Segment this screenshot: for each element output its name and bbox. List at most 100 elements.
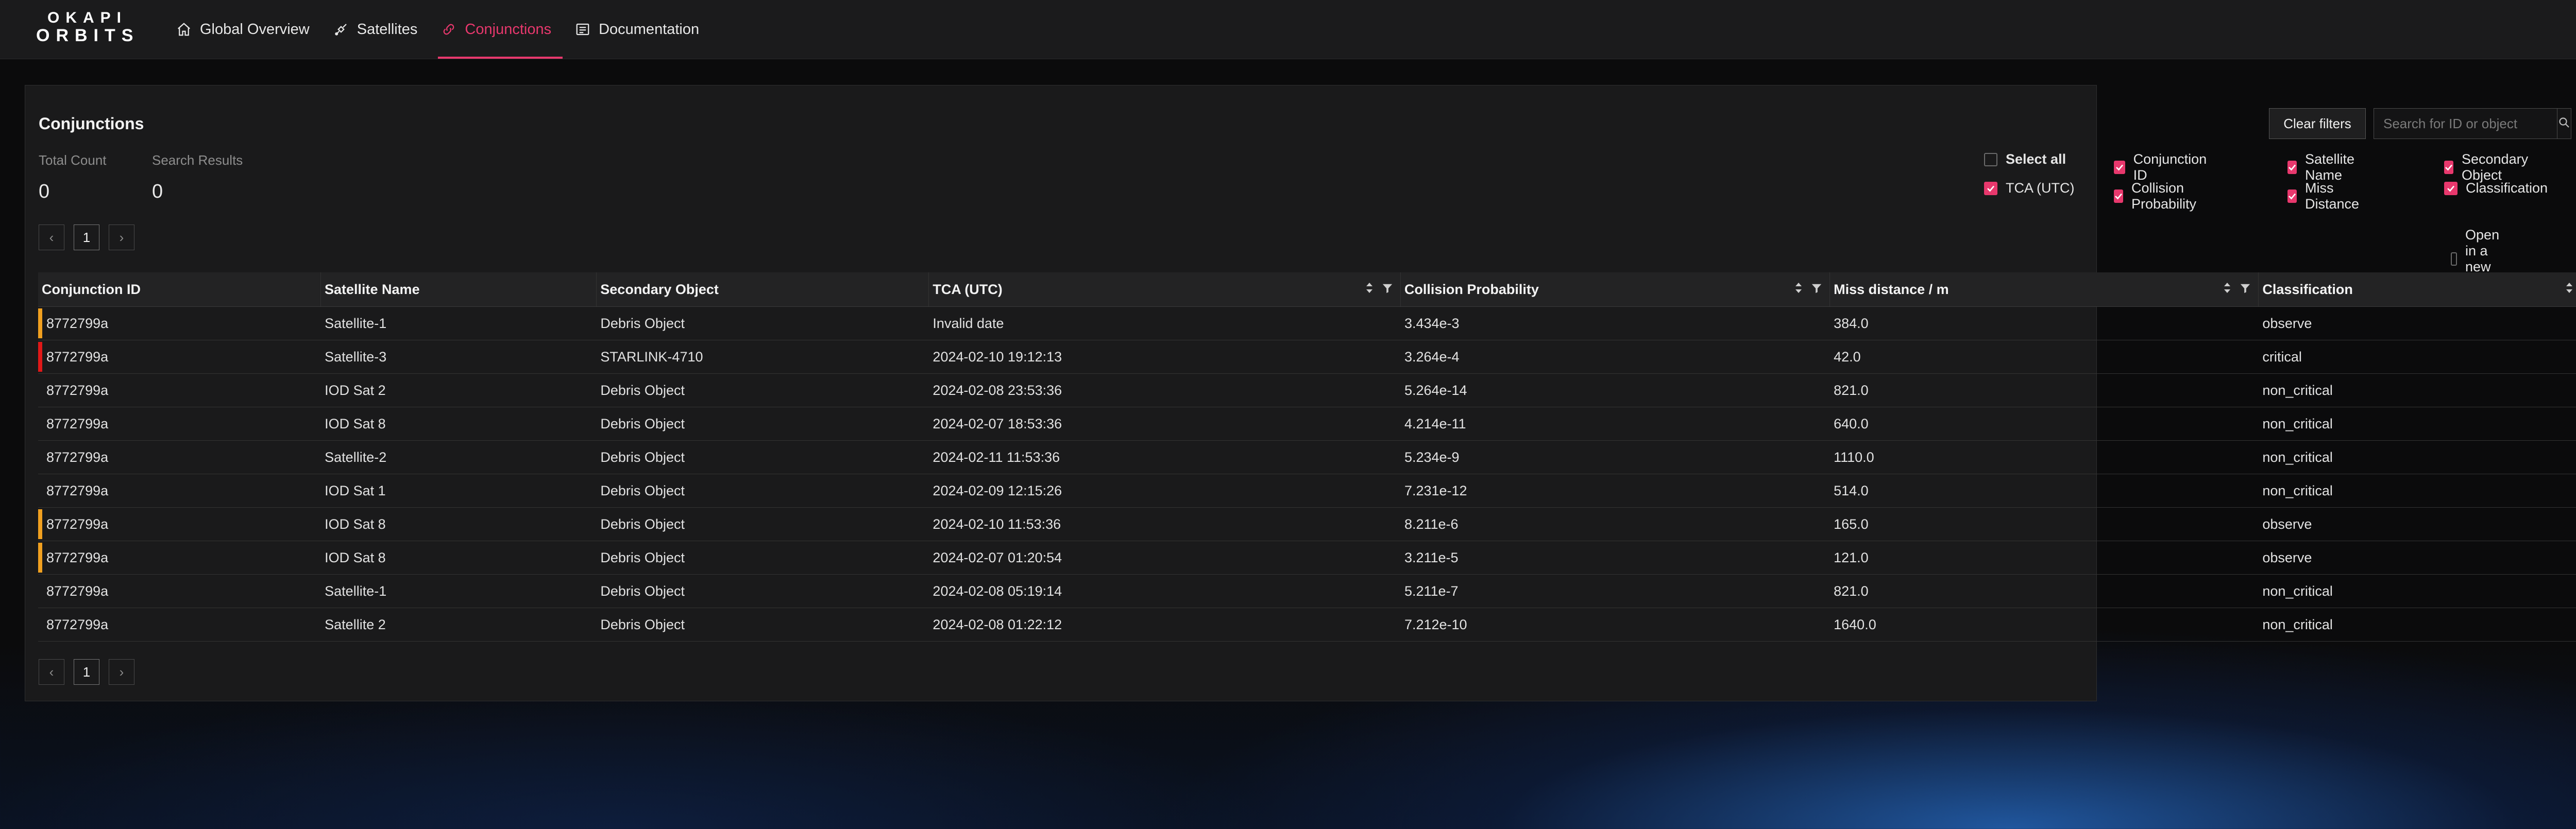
filter-icon[interactable]: [2240, 282, 2251, 298]
table-row[interactable]: 8772799a IOD Sat 8 Debris Object 2024-02-07…: [38, 541, 2576, 575]
toggle-tca-utc[interactable]: TCA (UTC): [1984, 180, 2074, 196]
checkmark-icon: [2287, 161, 2297, 174]
column-header-conjunction-id[interactable]: Conjunction ID: [38, 272, 321, 306]
header-label: Secondary Object: [600, 281, 719, 297]
filter-icon[interactable]: [1382, 282, 1393, 298]
cell-tca: 2024-02-08 05:19:14: [933, 583, 1062, 599]
conjunctions-panel: Conjunctions Total Count 0 Search Result…: [25, 85, 2576, 701]
total-count-label: Total Count: [39, 152, 107, 168]
checkbox-label: Miss Distance: [2305, 180, 2360, 212]
cell-conjunction-id[interactable]: 8772799a: [38, 608, 321, 641]
column-header-collision-probability[interactable]: Collision Probability: [1401, 272, 1831, 306]
table-row[interactable]: 8772799a IOD Sat 8 Debris Object 2024-02-10…: [38, 508, 2576, 541]
cell-conjunction-id[interactable]: 8772799a: [38, 307, 321, 340]
cell-classification: non_critical: [2262, 416, 2333, 431]
classification-indicator: [38, 543, 42, 573]
book-icon: [574, 21, 591, 38]
cell-secondary-object: Debris Object: [600, 482, 685, 498]
cell-satellite-name: Satellite 2: [325, 616, 386, 632]
cell-conjunction-id[interactable]: 8772799a: [38, 441, 321, 474]
filter-icon[interactable]: [1811, 282, 1822, 298]
toggle-miss-distance[interactable]: Miss Distance: [2287, 180, 2363, 212]
column-header-classification[interactable]: Classification: [2259, 272, 2576, 306]
search-input[interactable]: [2374, 109, 2557, 139]
cell-satellite-name: Satellite-1: [325, 315, 387, 331]
cell-conjunction-id[interactable]: 8772799a: [38, 374, 321, 407]
logo-line-1: OKAPI: [47, 9, 128, 26]
toggle-classification[interactable]: Classification: [2444, 180, 2548, 196]
toggle-conjunction-id[interactable]: Conjunction ID: [2114, 151, 2209, 183]
nav-documentation[interactable]: Documentation: [572, 0, 710, 59]
table-row[interactable]: 8772799a Satellite-1 Debris Object 2024-02-…: [38, 575, 2576, 608]
nav-conjunctions[interactable]: Conjunctions: [438, 0, 563, 59]
cell-miss-distance: 42.0: [1834, 349, 1861, 365]
cell-conjunction-id[interactable]: 8772799a: [38, 575, 321, 608]
sort-icon[interactable]: [1365, 282, 1374, 298]
cell-conjunction-id[interactable]: 8772799a: [38, 407, 321, 440]
column-header-miss-distance[interactable]: Miss distance / m: [1830, 272, 2259, 306]
header-label: Satellite Name: [325, 281, 420, 297]
checkmark-icon: [2444, 181, 2458, 195]
table-row[interactable]: 8772799a Satellite 2 Debris Object 2024-02-…: [38, 608, 2576, 642]
cell-secondary-object: Debris Object: [600, 583, 685, 599]
search-button[interactable]: [2557, 109, 2571, 139]
logo-line-2: ORBITS: [36, 26, 140, 45]
toggle-satellite-name[interactable]: Satellite Name: [2287, 151, 2359, 183]
cell-collision-probability: 7.231e-12: [1404, 482, 1467, 498]
classification-indicator: [38, 308, 42, 338]
clear-filters-button[interactable]: Clear filters: [2269, 108, 2366, 139]
table-row[interactable]: 8772799a IOD Sat 1 Debris Object 2024-02-09…: [38, 474, 2576, 508]
table-row[interactable]: 8772799a Satellite-2 Debris Object 2024-02-…: [38, 441, 2576, 474]
cell-miss-distance: 1110.0: [1834, 449, 1874, 465]
okapi-orbits-logo[interactable]: OKAPI ORBITS: [36, 9, 140, 48]
cell-secondary-object: Debris Object: [600, 416, 685, 431]
cell-classification: observe: [2262, 315, 2312, 331]
table-row[interactable]: 8772799a IOD Sat 2 Debris Object 2024-02-08…: [38, 374, 2576, 407]
checkbox-label: Select all: [2006, 151, 2066, 167]
toggle-secondary-object[interactable]: Secondary Object: [2444, 151, 2532, 183]
select-all-checkbox[interactable]: Select all: [1984, 151, 2066, 167]
cell-tca: 2024-02-11 11:53:36: [933, 449, 1060, 465]
prev-page-button[interactable]: ‹: [39, 224, 64, 250]
cell-satellite-name: IOD Sat 8: [325, 516, 386, 532]
cell-miss-distance: 821.0: [1834, 382, 1869, 398]
toggle-collision-probability[interactable]: Collision Probability: [2114, 180, 2200, 212]
table-row[interactable]: 8772799a Satellite-1 Debris Object Invalid …: [38, 307, 2576, 340]
cell-satellite-name: Satellite-1: [325, 583, 387, 599]
cell-conjunction-id[interactable]: 8772799a: [38, 541, 321, 574]
sort-icon[interactable]: [2565, 282, 2573, 298]
checkmark-icon: [1984, 181, 1997, 195]
sort-icon[interactable]: [1794, 282, 1803, 298]
next-page-button[interactable]: ›: [109, 659, 134, 685]
cell-conjunction-id[interactable]: 8772799a: [38, 340, 321, 373]
cell-secondary-object: Debris Object: [600, 516, 685, 532]
column-header-secondary-object[interactable]: Secondary Object: [597, 272, 929, 306]
column-header-tca-utc[interactable]: TCA (UTC): [929, 272, 1401, 306]
cell-classification: observe: [2262, 516, 2312, 532]
link-icon: [440, 21, 457, 38]
cell-miss-distance: 821.0: [1834, 583, 1869, 599]
cell-secondary-object: Debris Object: [600, 449, 685, 465]
search-results-label: Search Results: [152, 152, 243, 168]
checkbox-label: Classification: [2466, 180, 2548, 196]
sort-icon[interactable]: [2223, 282, 2231, 298]
table-row[interactable]: 8772799a Satellite-3 STARLINK-4710 2024-02-…: [38, 340, 2576, 374]
nav-satellites[interactable]: Satellites: [330, 0, 429, 59]
cell-secondary-object: Debris Object: [600, 616, 685, 632]
page-number-button[interactable]: 1: [74, 224, 99, 250]
cell-conjunction-id[interactable]: 8772799a: [38, 474, 321, 507]
checkbox-label: TCA (UTC): [2006, 180, 2075, 196]
column-header-satellite-name[interactable]: Satellite Name: [321, 272, 597, 306]
cell-collision-probability: 7.212e-10: [1404, 616, 1467, 632]
table-header: Conjunction ID Satellite Name Secondary …: [38, 272, 2576, 307]
cell-satellite-name: IOD Sat 1: [325, 482, 386, 498]
prev-page-button[interactable]: ‹: [39, 659, 64, 685]
cell-conjunction-id[interactable]: 8772799a: [38, 508, 321, 541]
cell-classification: critical: [2262, 349, 2302, 365]
checkbox-label: Collision Probability: [2131, 180, 2197, 212]
next-page-button[interactable]: ›: [109, 224, 134, 250]
table-row[interactable]: 8772799a IOD Sat 8 Debris Object 2024-02-07…: [38, 407, 2576, 441]
page-number-button[interactable]: 1: [74, 659, 99, 685]
cell-collision-probability: 5.211e-7: [1404, 583, 1459, 599]
nav-global-overview[interactable]: Global Overview: [173, 0, 321, 59]
